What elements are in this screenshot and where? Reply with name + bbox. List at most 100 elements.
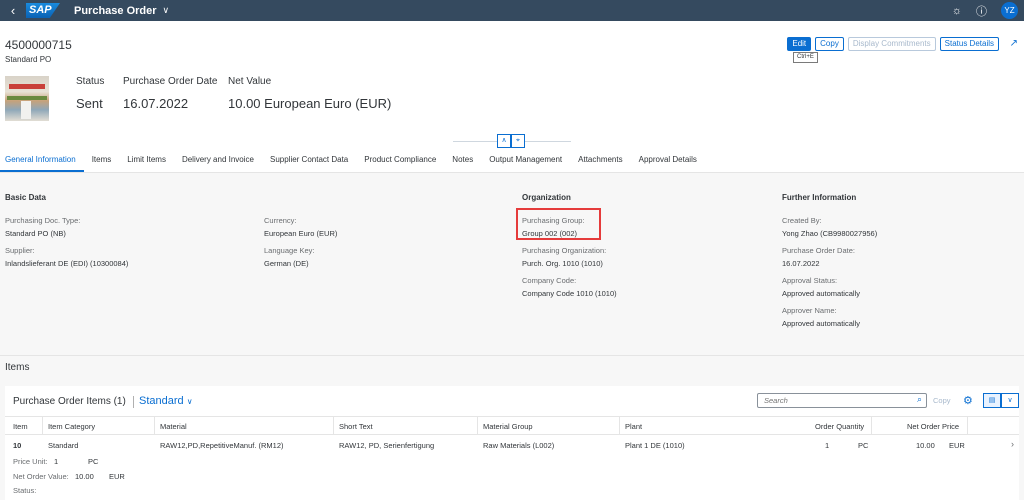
export-icon[interactable]: ▤: [983, 393, 1001, 408]
field-company-code: Company Code: Company Code 1010 (1010): [522, 276, 617, 298]
share-icon[interactable]: ↗: [1010, 38, 1018, 49]
kpi-net-value: Net Value 10.00 European Euro (EUR): [228, 76, 391, 111]
header-actions: Edit Copy Display Commitments Status Det…: [787, 37, 999, 51]
tab-approval-details[interactable]: Approval Details: [631, 151, 705, 172]
detail-label: Net Order Value:: [13, 472, 69, 481]
column-divider: [871, 416, 872, 435]
back-icon[interactable]: ‹: [0, 3, 26, 18]
detail-value: EUR: [109, 472, 125, 481]
help-icon[interactable]: ⓘ: [976, 3, 987, 19]
column-header-material[interactable]: Material: [160, 422, 187, 431]
variant-selector[interactable]: Standard ∨: [139, 395, 193, 407]
items-section-title: Items: [5, 362, 30, 373]
kpi-date: Purchase Order Date 16.07.2022: [123, 76, 218, 111]
tab-general-information[interactable]: General Information: [0, 151, 84, 172]
field-value: Inlandslieferant DE (EDI) (10300084): [5, 259, 129, 268]
variant-label: Standard: [139, 395, 184, 407]
field-label: Purchase Order Date:: [782, 246, 855, 255]
cell-short-text: RAW12, PD, Serienfertigung: [339, 441, 435, 450]
divider: [453, 141, 497, 142]
tab-limit-items[interactable]: Limit Items: [119, 151, 174, 172]
field-purchasing-org: Purchasing Organization: Purch. Org. 101…: [522, 246, 606, 268]
field-label: Approver Name:: [782, 306, 837, 315]
avatar[interactable]: YZ: [1001, 2, 1018, 19]
field-value: 16.07.2022: [782, 259, 820, 268]
app-title[interactable]: Purchase Order: [74, 5, 157, 17]
tab-supplier-contact[interactable]: Supplier Contact Data: [262, 151, 356, 172]
divider: [525, 141, 571, 142]
pin-icon[interactable]: ⌖: [511, 134, 525, 148]
tab-output-management[interactable]: Output Management: [481, 151, 570, 172]
tab-bar: General Information Items Limit Items De…: [0, 151, 1024, 173]
tab-delivery-invoice[interactable]: Delivery and Invoice: [174, 151, 262, 172]
tab-attachments[interactable]: Attachments: [570, 151, 630, 172]
copy-button[interactable]: Copy: [815, 37, 844, 51]
po-type: Standard PO: [5, 55, 52, 64]
field-value: Group 002 (002): [522, 229, 578, 238]
field-value: European Euro (EUR): [264, 229, 338, 238]
organization-column: Organization: [522, 193, 571, 202]
kpi-status: Status Sent: [76, 76, 104, 111]
search-icon[interactable]: ⌕: [917, 394, 922, 405]
column-header-net-order-price[interactable]: Net Order Price: [907, 422, 959, 431]
page-title: 4500000715: [5, 38, 72, 52]
column-header-category[interactable]: Item Category: [48, 422, 95, 431]
status-details-button[interactable]: Status Details: [939, 37, 999, 51]
kpi-label: Net Value: [228, 76, 272, 87]
export-group: ▤ ∨: [983, 393, 1019, 408]
field-value: Company Code 1010 (1010): [522, 289, 617, 298]
tab-items[interactable]: Items: [84, 151, 120, 172]
product-image: [5, 76, 49, 121]
field-currency: Currency: European Euro (EUR): [264, 216, 337, 238]
cell-price-currency: EUR: [949, 441, 965, 450]
field-label: Purchasing Organization:: [522, 246, 607, 255]
field-created-by: Created By: Yong Zhao (CB9980027956): [782, 216, 877, 238]
bell-icon[interactable]: ☼: [952, 5, 962, 17]
cell-plant: Plant 1 DE (1010): [625, 441, 685, 450]
chevron-down-icon[interactable]: ∨: [1001, 393, 1019, 408]
basic-data-column: Basic Data: [5, 193, 46, 202]
header-controls: ∧ ⌖: [497, 134, 525, 148]
search-field: ⌕: [757, 393, 927, 408]
detail-value: 1: [54, 457, 59, 466]
column-divider: [967, 416, 968, 435]
field-label: Approval Status:: [782, 276, 838, 285]
cell-material: RAW12,PD,RepetitiveManuf. (RM12): [160, 441, 284, 450]
column-header-short-text[interactable]: Short Text: [339, 422, 373, 431]
divider: [0, 355, 1024, 356]
field-po-date: Purchase Order Date: 16.07.2022: [782, 246, 855, 268]
section-heading: Basic Data: [5, 193, 46, 202]
tab-notes[interactable]: Notes: [444, 151, 481, 172]
sap-logo: SAP: [26, 3, 60, 18]
chevron-down-icon[interactable]: ∨: [163, 5, 170, 16]
kpi-label: Status: [76, 76, 105, 87]
field-doc-type: Purchasing Doc. Type: Standard PO (NB): [5, 216, 80, 238]
field-purchasing-group: Purchasing Group: Group 002 (002): [522, 216, 585, 238]
copy-button[interactable]: Copy: [933, 396, 951, 405]
field-value: German (DE): [264, 259, 309, 268]
further-info-column: Further Information: [782, 193, 856, 202]
column-divider: [477, 416, 478, 435]
table-header: Item Item Category Material Short Text M…: [5, 416, 1019, 435]
collapse-header-icon[interactable]: ∧: [497, 134, 511, 148]
field-value: Approved automatically: [782, 319, 860, 328]
chevron-right-icon[interactable]: ›: [1011, 439, 1014, 449]
search-input[interactable]: [758, 394, 908, 407]
detail-label: Status:: [13, 486, 37, 495]
column-header-plant[interactable]: Plant: [625, 422, 642, 431]
tab-product-compliance[interactable]: Product Compliance: [356, 151, 444, 172]
column-divider: [42, 416, 43, 435]
gear-icon[interactable]: ⚙: [963, 394, 973, 407]
display-commitments-button[interactable]: Display Commitments: [847, 37, 936, 51]
kpi-value: 10.00 European Euro (EUR): [228, 96, 392, 111]
shortcut-tooltip: Ctrl+E: [793, 52, 818, 63]
field-language: Language Key: German (DE): [264, 246, 314, 268]
field-label: Purchasing Group:: [522, 216, 585, 225]
column-header-material-group[interactable]: Material Group: [483, 422, 533, 431]
field-label: Currency:: [264, 216, 297, 225]
edit-button[interactable]: Edit: [787, 37, 812, 51]
field-value: Purch. Org. 1010 (1010): [522, 259, 603, 268]
kpi-value: Sent: [76, 96, 103, 111]
column-header-item[interactable]: Item: [13, 422, 28, 431]
column-header-order-quantity[interactable]: Order Quantity: [815, 422, 864, 431]
